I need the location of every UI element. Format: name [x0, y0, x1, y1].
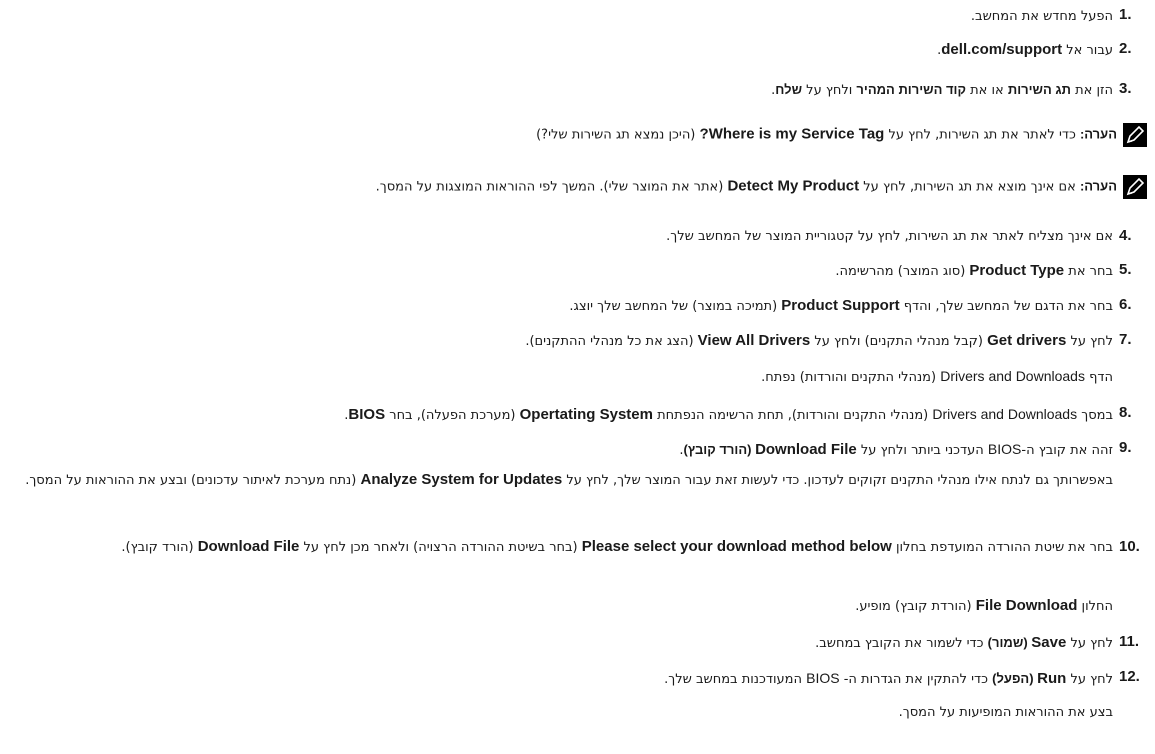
note-2: הערה: אם אינך מוצא את תג השירות, לחץ על …: [376, 175, 1147, 199]
step-10-subtext: החלון File Download (הורדת קובץ) מופיע.: [855, 597, 1113, 614]
step-number: 11.: [1119, 633, 1140, 650]
step-9-subtext: באפשרותך גם לנתח אילו מנהלי התקנים זקוקי…: [25, 471, 1113, 488]
step-7-text: לחץ על Get drivers (קבל מנהלי התקנים) ול…: [525, 332, 1113, 349]
step-number: 8.: [1119, 404, 1132, 421]
pencil-note-icon: [1123, 123, 1147, 147]
step-9-text: זהה את קובץ ה-BIOS העדכני ביותר ולחץ על …: [679, 441, 1113, 458]
note-1: הערה: כדי לאתר את תג השירות, לחץ על Wher…: [536, 123, 1147, 147]
step-number: 2.: [1119, 40, 1132, 57]
step-3-text: הזן את תג השירות או את קוד השירות המהיר …: [771, 82, 1113, 98]
step-8-text: במסך Drivers and Downloads (מנהלי התקנים…: [344, 406, 1113, 423]
step-number: 1.: [1119, 6, 1132, 23]
step-number: 12.: [1119, 668, 1140, 685]
step-number: 7.: [1119, 331, 1132, 348]
step-5-text: בחר את Product Type (סוג המוצר) מהרשימה.: [835, 262, 1113, 279]
step-1-text: הפעל מחדש את המחשב.: [970, 9, 1113, 24]
link-dell-support[interactable]: dell.com/support: [941, 41, 1062, 58]
step-number: 6.: [1119, 296, 1132, 313]
step-10-text: בחר את שיטת ההורדה המועדפת בחלון Please …: [121, 538, 1113, 555]
step-4-text: אם אינך מצליח לאתר את תג השירות, לחץ על …: [666, 229, 1113, 244]
step-number: 3.: [1119, 80, 1132, 97]
step-7-subtext: הדף Drivers and Downloads (מנהלי התקנים …: [761, 368, 1113, 385]
step-2-text: עבור אל dell.com/support.: [937, 41, 1113, 58]
step-number: 10.: [1119, 538, 1140, 555]
step-number: 9.: [1119, 439, 1132, 456]
step-11-text: לחץ על Save (שמור) כדי לשמור את הקובץ במ…: [815, 634, 1113, 651]
step-12-subtext: בצע את ההוראות המופיעות על המסך.: [898, 705, 1113, 720]
step-12-text: לחץ על Run (הפעל) כדי להתקין את הגדרות ה…: [664, 670, 1113, 687]
step-6-text: בחר את הדגם של המחשב שלך, והדף Product S…: [569, 297, 1113, 314]
step-number: 5.: [1119, 261, 1132, 278]
step-number: 4.: [1119, 227, 1132, 244]
pencil-note-icon: [1123, 175, 1147, 199]
